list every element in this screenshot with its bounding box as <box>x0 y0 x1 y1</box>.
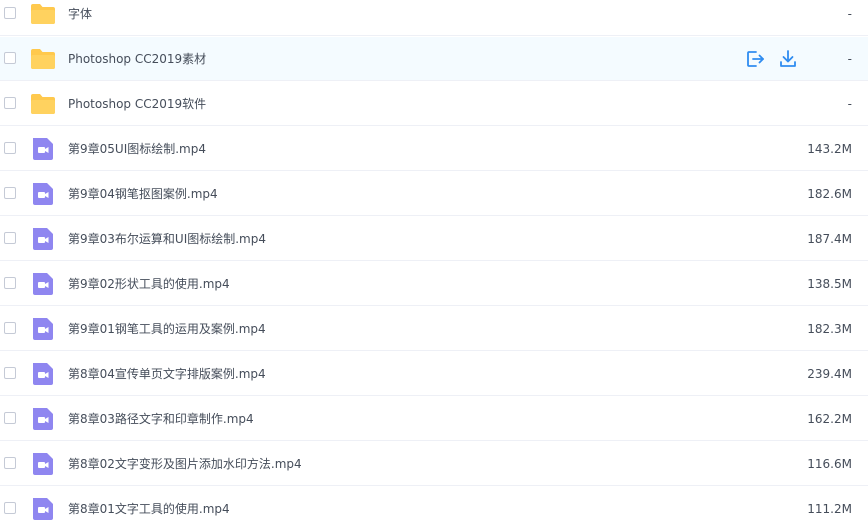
file-list: 字体 - Photoshop CC2019素材 - Photoshop CC20… <box>0 0 868 529</box>
file-size: 111.2M <box>807 502 852 516</box>
file-row[interactable]: Photoshop CC2019素材 - <box>0 37 868 81</box>
video-file-icon <box>30 317 56 341</box>
file-row[interactable]: 第8章03路径文字和印章制作.mp4 162.2M <box>0 397 868 441</box>
file-size: 182.3M <box>807 322 852 336</box>
file-name[interactable]: 第8章04宣传单页文字排版案例.mp4 <box>68 352 266 396</box>
file-name[interactable]: 字体 <box>68 0 92 36</box>
file-size: - <box>847 97 852 111</box>
file-name[interactable]: 第9章01钢笔工具的运用及案例.mp4 <box>68 307 266 351</box>
row-checkbox[interactable] <box>4 322 16 334</box>
row-checkbox[interactable] <box>4 277 16 289</box>
row-checkbox[interactable] <box>4 52 16 64</box>
file-row[interactable]: 第9章05UI图标绘制.mp4 143.2M <box>0 127 868 171</box>
file-row[interactable]: 第8章04宣传单页文字排版案例.mp4 239.4M <box>0 352 868 396</box>
video-file-icon <box>30 362 56 386</box>
file-row[interactable]: Photoshop CC2019软件 - <box>0 82 868 126</box>
file-size: 182.6M <box>807 187 852 201</box>
file-name[interactable]: 第9章03布尔运算和UI图标绘制.mp4 <box>68 217 266 261</box>
folder-icon <box>30 2 56 26</box>
row-checkbox[interactable] <box>4 142 16 154</box>
file-size: - <box>847 7 852 21</box>
file-size: 187.4M <box>807 232 852 246</box>
file-name[interactable]: 第9章05UI图标绘制.mp4 <box>68 127 206 171</box>
file-row[interactable]: 第9章03布尔运算和UI图标绘制.mp4 187.4M <box>0 217 868 261</box>
video-file-icon <box>30 452 56 476</box>
file-size: 143.2M <box>807 142 852 156</box>
file-size: 239.4M <box>807 367 852 381</box>
folder-icon <box>30 92 56 116</box>
folder-icon <box>30 47 56 71</box>
file-size: 116.6M <box>807 457 852 471</box>
file-name[interactable]: 第8章02文字变形及图片添加水印方法.mp4 <box>68 442 302 486</box>
video-file-icon <box>30 137 56 161</box>
file-row[interactable]: 字体 - <box>0 0 868 36</box>
file-name[interactable]: Photoshop CC2019软件 <box>68 82 206 126</box>
file-row[interactable]: 第9章04钢笔抠图案例.mp4 182.6M <box>0 172 868 216</box>
video-file-icon <box>30 272 56 296</box>
video-file-icon <box>30 407 56 431</box>
row-checkbox[interactable] <box>4 7 16 19</box>
file-size: 138.5M <box>807 277 852 291</box>
file-size: 162.2M <box>807 412 852 426</box>
file-name[interactable]: 第8章01文字工具的使用.mp4 <box>68 487 230 529</box>
video-file-icon <box>30 497 56 521</box>
row-actions <box>745 49 805 69</box>
row-checkbox[interactable] <box>4 232 16 244</box>
file-row[interactable]: 第8章01文字工具的使用.mp4 111.2M <box>0 487 868 529</box>
file-row[interactable]: 第9章02形状工具的使用.mp4 138.5M <box>0 262 868 306</box>
file-name[interactable]: 第9章02形状工具的使用.mp4 <box>68 262 230 306</box>
video-file-icon <box>30 227 56 251</box>
row-checkbox[interactable] <box>4 457 16 469</box>
row-checkbox[interactable] <box>4 97 16 109</box>
row-checkbox[interactable] <box>4 187 16 199</box>
row-checkbox[interactable] <box>4 502 16 514</box>
share-icon[interactable] <box>745 49 765 69</box>
row-checkbox[interactable] <box>4 412 16 424</box>
file-name[interactable]: 第8章03路径文字和印章制作.mp4 <box>68 397 254 441</box>
video-file-icon <box>30 182 56 206</box>
file-name[interactable]: 第9章04钢笔抠图案例.mp4 <box>68 172 218 216</box>
file-row[interactable]: 第9章01钢笔工具的运用及案例.mp4 182.3M <box>0 307 868 351</box>
file-name[interactable]: Photoshop CC2019素材 <box>68 37 206 81</box>
file-row[interactable]: 第8章02文字变形及图片添加水印方法.mp4 116.6M <box>0 442 868 486</box>
row-checkbox[interactable] <box>4 367 16 379</box>
file-size: - <box>847 52 852 66</box>
download-icon[interactable] <box>778 49 798 69</box>
